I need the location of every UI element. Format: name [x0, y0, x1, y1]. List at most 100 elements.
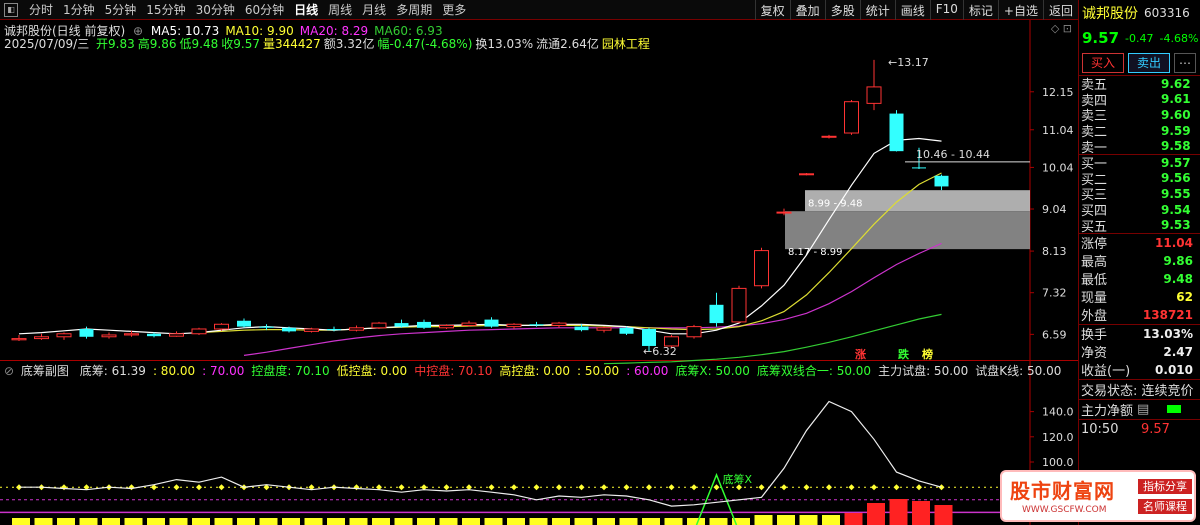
candle-body: [349, 327, 364, 331]
sub-legend-4: 低控盘: 0.00: [336, 364, 408, 378]
period-tab-6[interactable]: 日线: [289, 1, 323, 18]
badge-1[interactable]: 跌: [898, 347, 910, 361]
sell-button[interactable]: 卖出: [1128, 52, 1171, 73]
asks-price: 9.60: [1161, 107, 1191, 122]
candle-37[interactable]: [844, 100, 859, 135]
collapse-icon[interactable]: ⊘: [4, 364, 14, 378]
sub-legend-7: : 50.00: [576, 364, 620, 378]
asks-row-4[interactable]: 卖一 9.58: [1079, 138, 1200, 156]
sub-bar: [169, 518, 188, 525]
period-tab-9[interactable]: 多周期: [391, 1, 437, 18]
candle-10[interactable]: [237, 318, 251, 328]
sub-bar: [889, 499, 908, 525]
tool-button-7[interactable]: +自选: [997, 0, 1043, 20]
sub-bar: [439, 518, 458, 525]
trade-buttons: 买入 卖出 ⋯: [1079, 50, 1200, 76]
sub-diamond: [803, 484, 810, 491]
period-tab-0[interactable]: 分时: [24, 1, 58, 18]
period-tab-2[interactable]: 5分钟: [100, 1, 142, 18]
candle-3[interactable]: [79, 326, 94, 339]
window-controls[interactable]: ◇ ⊡: [1051, 22, 1072, 35]
candle-1[interactable]: [34, 333, 49, 340]
candle-19[interactable]: [439, 324, 454, 329]
candle-body: [169, 333, 184, 337]
candle-body: [237, 320, 251, 327]
period-tab-7[interactable]: 周线: [323, 1, 357, 18]
candle-15[interactable]: [349, 325, 364, 332]
buy-button[interactable]: 买入: [1082, 52, 1125, 73]
candle-0[interactable]: [11, 334, 27, 342]
period-tab-10[interactable]: 更多: [437, 1, 471, 18]
bids-row-4[interactable]: 买五 9.53: [1079, 217, 1200, 235]
candle-36[interactable]: [821, 134, 837, 139]
candle-18[interactable]: [417, 319, 431, 329]
period-tab-5[interactable]: 60分钟: [240, 1, 289, 18]
candle-21[interactable]: [484, 317, 499, 328]
candle-22[interactable]: [506, 323, 522, 329]
candle-body: [371, 322, 387, 329]
sub-diamond: [488, 484, 495, 491]
candle-39[interactable]: [889, 110, 904, 152]
sub-legend-1: : 80.00: [152, 364, 196, 378]
stat-value: 11.04: [1155, 235, 1193, 250]
candle-body: [124, 333, 139, 336]
sub-bar: [12, 518, 30, 525]
period-tab-1[interactable]: 1分钟: [58, 1, 100, 18]
sub-diamond: [533, 484, 540, 491]
more-button[interactable]: ⋯: [1174, 52, 1197, 73]
sub-diamond: [196, 484, 202, 491]
tool-button-3[interactable]: 统计: [859, 0, 895, 20]
list-icon[interactable]: ▤: [1137, 402, 1149, 417]
candle-41[interactable]: [934, 174, 949, 191]
bids-price: 9.57: [1161, 155, 1191, 170]
candle-27[interactable]: [619, 326, 634, 335]
stat-row-4: 外盘 138721: [1079, 306, 1200, 325]
watermark-tag-courses: 名师课程: [1138, 499, 1192, 514]
sub-diamond: [443, 484, 450, 491]
candle-35[interactable]: [799, 172, 814, 176]
tool-button-6[interactable]: 标记: [962, 0, 998, 20]
sub-bar: [484, 518, 503, 525]
candle-31[interactable]: [709, 292, 724, 327]
sub-tick-label: 100.0: [1042, 456, 1074, 469]
candle-17[interactable]: [394, 319, 409, 328]
tool-button-4[interactable]: 画线: [894, 0, 930, 20]
tool-button-0[interactable]: 复权: [754, 0, 790, 20]
sub-bar: [507, 518, 525, 525]
tool-button-1[interactable]: 叠加: [789, 0, 825, 20]
candle-16[interactable]: [371, 321, 387, 329]
sub-chart-title[interactable]: 底筹副图: [21, 364, 69, 378]
main-net-row[interactable]: 主力净额 ▤: [1079, 398, 1200, 419]
tool-button-2[interactable]: 多股: [824, 0, 860, 20]
sub-diamond: [871, 484, 877, 491]
price-tick-label: 9.04: [1042, 203, 1067, 216]
badge-2[interactable]: 榜: [922, 347, 933, 361]
candle-8[interactable]: [191, 327, 207, 335]
kline-chart[interactable]: 12.15 11.04 10.04 9.04 8.13 7.32 6.59 8.99 - 9.…: [0, 20, 1078, 525]
candle-body: [417, 321, 431, 328]
candle-13[interactable]: [304, 327, 319, 333]
tool-button-8[interactable]: 返回: [1042, 0, 1078, 20]
candle-26[interactable]: [596, 326, 612, 333]
period-tab-8[interactable]: 月线: [357, 1, 391, 18]
candle-4[interactable]: [101, 332, 117, 339]
main-net-label: 主力净额: [1081, 403, 1134, 419]
candle-7[interactable]: [169, 331, 184, 337]
tool-button-5[interactable]: F10: [929, 0, 963, 20]
sub-bar: [192, 518, 210, 525]
candle-24[interactable]: [551, 321, 567, 328]
candle-body: [754, 250, 769, 287]
candle-30[interactable]: [686, 324, 702, 339]
period-tab-4[interactable]: 30分钟: [191, 1, 240, 18]
candle-38[interactable]: [866, 59, 882, 111]
menu-icon[interactable]: ◧: [4, 2, 18, 17]
period-toolbar: ◧ 分时 1分钟 5分钟 15分钟 30分钟 60分钟 日线 周线 月线 多周期 更多 复权 叠加 多股…: [0, 0, 1078, 20]
badge-0[interactable]: 涨: [855, 347, 866, 361]
period-tab-3[interactable]: 15分钟: [141, 1, 190, 18]
candle-20[interactable]: [461, 320, 477, 327]
stat2-label: 收益(一): [1081, 364, 1131, 380]
candle-33[interactable]: [754, 247, 769, 289]
candle-2[interactable]: [56, 332, 72, 340]
candle-32[interactable]: [731, 285, 747, 324]
ohlc-item-5: 额3.32亿: [323, 37, 375, 51]
